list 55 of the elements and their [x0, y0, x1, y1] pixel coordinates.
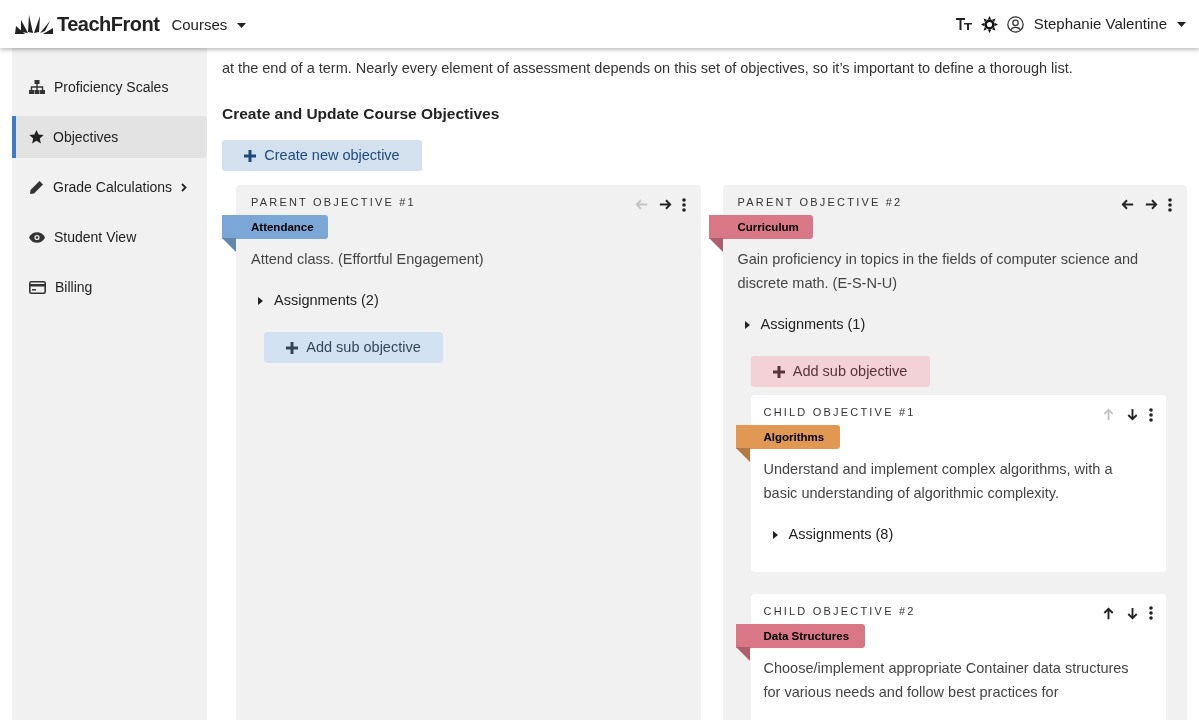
objective-tag: Attendance — [222, 215, 328, 240]
assignments-toggle[interactable]: Assignments (8) — [772, 524, 894, 546]
caret-right-icon — [772, 530, 778, 539]
caret-right-icon — [258, 297, 263, 306]
section-heading: Create and Update Course Objectives — [222, 104, 501, 124]
sidebar-item[interactable]: Student View — [12, 216, 207, 258]
sidebar-item[interactable]: Grade Calculations — [12, 166, 207, 208]
arrow-down-icon[interactable] — [1125, 605, 1140, 621]
assignments-toggle[interactable]: Assignments (1) — [744, 314, 866, 336]
tag-fold — [735, 646, 750, 661]
objective-description: Understand and implement complex algorithms, with a basic understanding of algorithmic complexity. — [762, 460, 1114, 503]
more-options-icon[interactable] — [1168, 197, 1172, 212]
sun-icon[interactable] — [980, 15, 998, 33]
brand-name[interactable]: TeachFront — [57, 9, 160, 39]
objective-heading: CHILD OBJECTIVE #2 — [763, 603, 916, 619]
more-options-icon[interactable] — [681, 197, 686, 212]
objective-heading: PARENT OBJECTIVE #2 — [737, 195, 903, 211]
arrow-down-icon[interactable] — [1125, 407, 1140, 422]
more-options-icon[interactable] — [1149, 407, 1153, 422]
more-options-icon[interactable] — [1149, 606, 1153, 621]
hierarchy-icon — [29, 80, 45, 94]
plus-icon — [772, 365, 785, 378]
add-sub-objective-button[interactable]: Add sub objective — [750, 356, 930, 387]
objective-tag: Data Structures — [735, 623, 866, 648]
plus-icon — [286, 341, 299, 354]
add-sub-objective-button[interactable]: Add sub objective — [264, 332, 443, 363]
create-objective-button[interactable]: Create new objective — [222, 140, 422, 172]
objective-tag: Algorithms — [735, 425, 841, 449]
sidebar-item[interactable]: Proficiency Scales — [12, 66, 207, 108]
eye-icon — [29, 231, 45, 243]
tag-fold — [708, 238, 723, 253]
text-size-icon[interactable] — [954, 16, 973, 32]
courses-menu[interactable]: Courses — [171, 14, 247, 37]
caret-icon — [237, 23, 247, 28]
tag-fold — [735, 448, 750, 462]
user-menu[interactable]: Stephanie Valentine — [1033, 12, 1186, 36]
tag-fold — [222, 238, 236, 253]
star-icon — [29, 130, 44, 144]
objective-description: Choose/implement appropriate Container data structures for various needs and follow best practices for — [762, 658, 1130, 702]
sidebar-item[interactable]: Objectives — [12, 116, 207, 158]
objective-description: Attend class. (Effortful Engagement) — [250, 250, 485, 270]
objective-description: Gain proficiency in topics in the fields of computer science and discrete math. (E-S-N-U) — [736, 250, 1140, 294]
pencil-icon — [29, 179, 44, 195]
arrow-up-icon[interactable] — [1101, 605, 1116, 621]
credit-card-icon — [29, 280, 46, 294]
sidebar-item[interactable]: Billing — [12, 266, 207, 308]
caret-icon — [1177, 21, 1186, 27]
objective-heading: CHILD OBJECTIVE #1 — [763, 405, 916, 420]
user-icon[interactable] — [1006, 15, 1024, 33]
caret-right-icon — [744, 321, 750, 330]
plus-icon — [244, 149, 257, 162]
assignments-toggle[interactable]: Assignments (2) — [258, 290, 379, 312]
objective-tag: Curriculum — [708, 215, 813, 240]
objective-heading: PARENT OBJECTIVE #1 — [251, 195, 416, 211]
intro-paragraph: at the end of a term. Nearly every element of assessment depends on this set of objectives, so it’s important to define a thorough list. — [222, 59, 1074, 78]
